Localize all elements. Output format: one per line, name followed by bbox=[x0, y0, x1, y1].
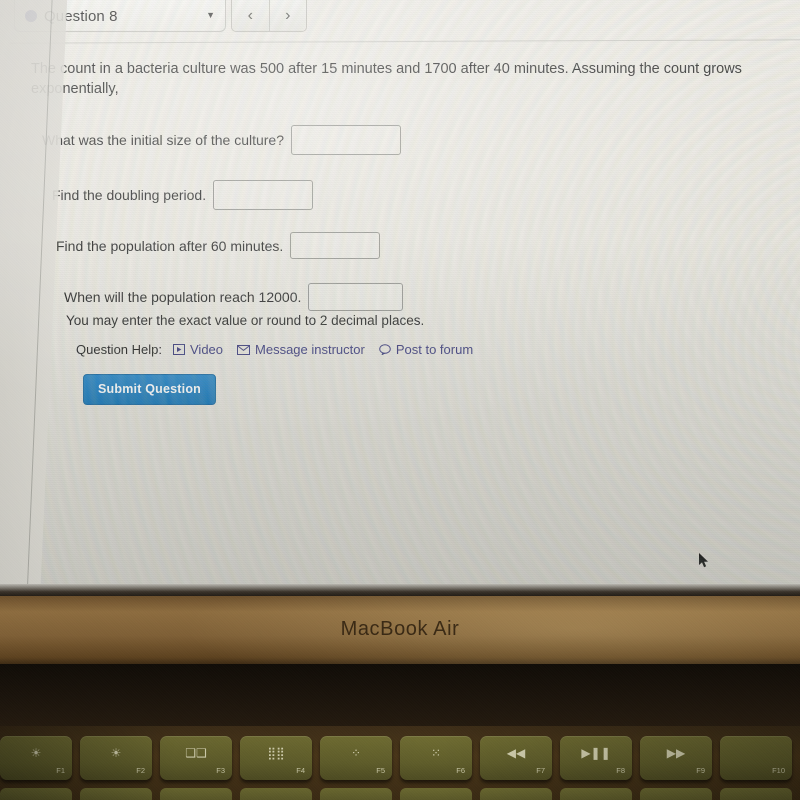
part-label: What was the initial size of the culture… bbox=[42, 132, 285, 148]
key-label: F3 bbox=[216, 766, 225, 775]
video-icon bbox=[173, 344, 185, 355]
screenshot-root: Question 8 ▼ ‹ › The count in a bacteria… bbox=[0, 0, 800, 800]
key-label: F4 bbox=[296, 766, 305, 775]
key-f10[interactable]: F10 bbox=[720, 736, 792, 780]
brightness-up-icon: ☀ bbox=[110, 746, 122, 760]
key-label: F10 bbox=[772, 766, 785, 775]
question-part-doubling-period: Find the doubling period. bbox=[52, 180, 314, 210]
question-help-label: Question Help: bbox=[76, 342, 162, 357]
part-label: Find the doubling period. bbox=[52, 187, 207, 203]
key-f6[interactable]: ⁙ F6 bbox=[400, 736, 472, 780]
help-link-label: Video bbox=[190, 342, 224, 357]
part-label: Find the population after 60 minutes. bbox=[56, 237, 284, 254]
question-prompt: The count in a bacteria culture was 500 … bbox=[31, 61, 742, 97]
key-f7[interactable]: ◀◀ F7 bbox=[480, 736, 552, 780]
keyboard-backlight-up-icon: ⁙ bbox=[430, 746, 442, 760]
brightness-down-icon: ☀ bbox=[30, 746, 42, 760]
help-link-post-to-forum[interactable]: Post to forum bbox=[379, 342, 473, 357]
function-key-row: ☀ F1 ☀ F2 ❑❑ F3 ⣿⣿ F4 ⁘ F5 ⁙ F6 ◀◀ F7 ▶❚❚ F8 ▶▶ F9 F10 bbox=[0, 736, 800, 784]
rounding-note: You may enter the exact value or round t… bbox=[66, 313, 425, 328]
key-f4[interactable]: ⣿⣿ F4 bbox=[240, 736, 312, 780]
quiz-page: Question 8 ▼ ‹ › The count in a bacteria… bbox=[0, 0, 800, 592]
key-label: F6 bbox=[456, 766, 465, 775]
key-row2-7[interactable] bbox=[560, 788, 632, 800]
question-help-row: Question Help: Video Message instructor … bbox=[76, 342, 487, 357]
key-f9[interactable]: ▶▶ F9 bbox=[640, 736, 712, 780]
answer-input-doubling-period[interactable] bbox=[213, 180, 314, 210]
header-divider bbox=[10, 39, 800, 44]
answer-input-reach-12000[interactable] bbox=[308, 283, 404, 311]
rewind-icon: ◀◀ bbox=[506, 746, 526, 760]
speech-bubble-icon bbox=[379, 344, 391, 355]
keyboard-backlight-down-icon: ⁘ bbox=[350, 746, 362, 760]
key-row2-1[interactable] bbox=[80, 788, 152, 800]
question-navigation: ‹ › bbox=[231, 0, 307, 32]
number-key-row bbox=[0, 788, 800, 800]
part-label: When will the population reach 12000. bbox=[64, 289, 302, 305]
envelope-icon bbox=[237, 344, 251, 355]
key-label: F1 bbox=[56, 766, 65, 775]
help-link-label: Post to forum bbox=[395, 342, 474, 357]
fast-forward-icon: ▶▶ bbox=[666, 746, 686, 760]
key-f5[interactable]: ⁘ F5 bbox=[320, 736, 392, 780]
help-link-video[interactable]: Video bbox=[173, 342, 223, 357]
key-row2-0[interactable] bbox=[0, 788, 72, 800]
key-label: F2 bbox=[136, 766, 145, 775]
question-label: Question 8 bbox=[44, 8, 118, 25]
key-row2-4[interactable] bbox=[320, 788, 392, 800]
laptop-hinge-shadow bbox=[0, 664, 800, 730]
key-label: F5 bbox=[376, 766, 385, 775]
macbook-air-brand-label: MacBook Air bbox=[340, 618, 460, 640]
chevron-down-icon: ▼ bbox=[206, 10, 215, 20]
help-link-label: Message instructor bbox=[255, 342, 365, 357]
key-label: F8 bbox=[616, 766, 625, 775]
key-label: F7 bbox=[536, 766, 545, 775]
play-pause-icon: ▶❚❚ bbox=[581, 746, 611, 760]
key-row2-6[interactable] bbox=[480, 788, 552, 800]
question-part-initial-size: What was the initial size of the culture… bbox=[42, 125, 402, 155]
submit-question-button[interactable]: Submit Question bbox=[83, 374, 216, 405]
laptop-screen: Question 8 ▼ ‹ › The count in a bacteria… bbox=[0, 0, 800, 592]
key-f2[interactable]: ☀ F2 bbox=[80, 736, 152, 780]
key-f8[interactable]: ▶❚❚ F8 bbox=[560, 736, 632, 780]
key-f1[interactable]: ☀ F1 bbox=[0, 736, 72, 780]
key-row2-2[interactable] bbox=[160, 788, 232, 800]
key-row2-9[interactable] bbox=[720, 788, 792, 800]
key-row2-8[interactable] bbox=[640, 788, 712, 800]
previous-question-button[interactable]: ‹ bbox=[232, 0, 269, 31]
mission-control-icon: ❑❑ bbox=[185, 746, 207, 760]
answer-input-population-60[interactable] bbox=[290, 232, 381, 259]
question-part-reach-12000: When will the population reach 12000. bbox=[64, 283, 404, 311]
key-f3[interactable]: ❑❑ F3 bbox=[160, 736, 232, 780]
mouse-pointer-icon bbox=[699, 553, 711, 569]
key-row2-5[interactable] bbox=[400, 788, 472, 800]
key-row2-3[interactable] bbox=[240, 788, 312, 800]
launchpad-icon: ⣿⣿ bbox=[267, 746, 285, 760]
next-question-button[interactable]: › bbox=[268, 0, 306, 31]
question-part-population-60: Find the population after 60 minutes. bbox=[56, 232, 381, 259]
answer-input-initial-size[interactable] bbox=[291, 125, 402, 155]
help-link-message-instructor[interactable]: Message instructor bbox=[237, 342, 365, 357]
key-label: F9 bbox=[696, 766, 705, 775]
